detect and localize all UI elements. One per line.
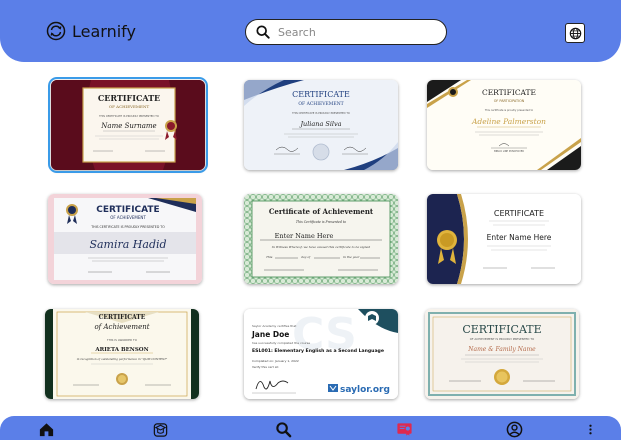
cert-name: Samira Hadid bbox=[89, 238, 166, 251]
cert-course: ESL001: Elementary English as a Second L… bbox=[252, 348, 384, 354]
cert-brand: saylor.org bbox=[340, 385, 390, 395]
certificate-card-8[interactable]: CS Saylor Academy certifies that Jane Do… bbox=[244, 309, 398, 399]
language-button[interactable] bbox=[565, 23, 585, 43]
certificate-card-1[interactable]: CERTIFICATE OF ACHIEVEMENT THIS CERTIFIC… bbox=[48, 77, 208, 173]
cert-title: CERTIFICATE bbox=[99, 314, 146, 321]
graduation-cap-icon bbox=[153, 422, 167, 437]
app-name: Learnify bbox=[72, 21, 136, 41]
certificate-thumbnail: CERTIFICATE OF ACHIEVEMENT THIS CERTIFIC… bbox=[48, 194, 202, 284]
cert-line: THIS CERTIFICATE IS PROUDLY PRESENTED TO bbox=[99, 114, 159, 118]
search-input[interactable] bbox=[278, 25, 418, 39]
cert-title: Certificate of Achievement bbox=[269, 207, 374, 216]
app-header: Learnify bbox=[0, 0, 621, 62]
certificate-card-5[interactable]: Certificate of Achievement This Certific… bbox=[244, 194, 398, 284]
cert-line: This Certificate is Presented to bbox=[296, 220, 346, 224]
nav-courses[interactable] bbox=[150, 419, 170, 439]
cert-name: ARIETA BENSON bbox=[94, 347, 148, 353]
nav-search[interactable] bbox=[273, 419, 293, 439]
cert-name: Enter Name Here bbox=[487, 233, 552, 242]
certificate-thumbnail: CERTIFICATE OF ACHIEVEMENT THIS CERTIFIC… bbox=[244, 80, 398, 170]
user-circle-icon bbox=[506, 421, 522, 437]
cert-line: THIS CERTIFICATE IS PROUDLY PRESENTED TO bbox=[90, 225, 165, 229]
certificate-card-3[interactable]: CERTIFICATE OF PARTICIPATION This certif… bbox=[427, 80, 581, 170]
cert-verify: Verify this cert at: bbox=[252, 365, 279, 369]
search-icon bbox=[275, 421, 291, 437]
brand[interactable]: Learnify bbox=[46, 21, 136, 41]
more-vertical-icon bbox=[588, 424, 592, 434]
cert-completed: Completed on: January 1, 2022 bbox=[252, 359, 299, 363]
cert-line: Saylor Academy certifies that bbox=[252, 324, 297, 328]
cert-name: Name & Family Name bbox=[467, 346, 536, 353]
cert-date-this: This bbox=[266, 255, 273, 259]
nav-certificates[interactable] bbox=[394, 419, 414, 439]
certificate-card-9[interactable]: CERTIFICATE OF ACHIEVEMENT IS PROUDLY PR… bbox=[425, 309, 579, 399]
cert-line: THIS CERTIFICATE IS PROUDLY PRESENTED TO bbox=[292, 111, 350, 115]
certificate-thumbnail: CERTIFICATE OF ACHIEVEMENT IS PROUDLY PR… bbox=[425, 309, 579, 399]
cert-date-day: day of bbox=[301, 255, 311, 259]
cert-subtitle: of Achievement bbox=[94, 323, 149, 331]
cert-body: in recognition of outstanding performanc… bbox=[77, 357, 168, 361]
cert-subtitle: OF PARTICIPATION bbox=[494, 99, 525, 103]
home-icon bbox=[39, 422, 53, 436]
cert-date-year: in the year bbox=[343, 255, 360, 259]
certificate-thumbnail: CERTIFICATE OF ACHIEVEMENT THIS CERTIFIC… bbox=[51, 80, 205, 170]
cert-line: THIS IS AWARDED TO bbox=[106, 338, 138, 342]
bottom-navigation bbox=[0, 416, 621, 440]
cert-line: This certificate is proudly presented to bbox=[485, 108, 534, 112]
cert-name: Adeline Palmerston bbox=[471, 117, 546, 126]
cert-subtitle: OF ACHIEVEMENT bbox=[109, 104, 150, 109]
nav-home[interactable] bbox=[36, 419, 56, 439]
cert-title: CERTIFICATE bbox=[494, 209, 544, 218]
cert-name: Jane Doe bbox=[251, 330, 289, 339]
cert-name: Enter Name Here bbox=[275, 232, 334, 240]
cert-title: CERTIFICATE bbox=[98, 93, 160, 103]
refresh-badge-icon bbox=[46, 21, 66, 41]
certificate-card-4[interactable]: CERTIFICATE OF ACHIEVEMENT THIS CERTIFIC… bbox=[48, 194, 202, 284]
cert-title: CERTIFICATE bbox=[462, 323, 541, 336]
cert-title: CERTIFICATE bbox=[292, 90, 350, 99]
certificate-card-2[interactable]: CERTIFICATE OF ACHIEVEMENT THIS CERTIFIC… bbox=[244, 80, 398, 170]
certificate-thumbnail: CERTIFICATE OF PARTICIPATION This certif… bbox=[427, 80, 581, 170]
certificate-icon bbox=[396, 422, 412, 436]
certificate-card-6[interactable]: CERTIFICATE Enter Name Here bbox=[427, 194, 581, 284]
cert-title: CERTIFICATE bbox=[96, 205, 159, 215]
cert-body: In Witness Whereof, we have caused this … bbox=[271, 245, 371, 249]
certificate-thumbnail: CERTIFICATE of Achievement THIS IS AWARD… bbox=[45, 309, 199, 399]
search-icon bbox=[256, 25, 270, 39]
cert-title: CERTIFICATE bbox=[482, 88, 536, 97]
nav-more[interactable] bbox=[580, 419, 600, 439]
nav-profile[interactable] bbox=[504, 419, 524, 439]
certificate-thumbnail: CS Saylor Academy certifies that Jane Do… bbox=[244, 309, 398, 399]
cert-name: Name Surname bbox=[100, 122, 156, 130]
cert-subtitle: OF ACHIEVEMENT bbox=[110, 215, 146, 220]
cert-line: OF ACHIEVEMENT IS PROUDLY PRESENTED TO bbox=[470, 337, 535, 341]
cert-name: Juliana Silva bbox=[298, 120, 341, 128]
certificate-thumbnail: Certificate of Achievement This Certific… bbox=[244, 194, 398, 284]
globe-icon bbox=[569, 27, 581, 39]
cert-body: has successfully completed the course bbox=[252, 341, 310, 345]
certificate-card-7[interactable]: CERTIFICATE of Achievement THIS IS AWARD… bbox=[45, 309, 199, 399]
cert-subtitle: OF ACHIEVEMENT bbox=[298, 101, 343, 107]
search-bar[interactable] bbox=[245, 19, 447, 45]
cert-footer: BIBLIO LINE PUNCHOVER bbox=[494, 150, 524, 153]
certificate-thumbnail: CERTIFICATE Enter Name Here bbox=[427, 194, 581, 284]
